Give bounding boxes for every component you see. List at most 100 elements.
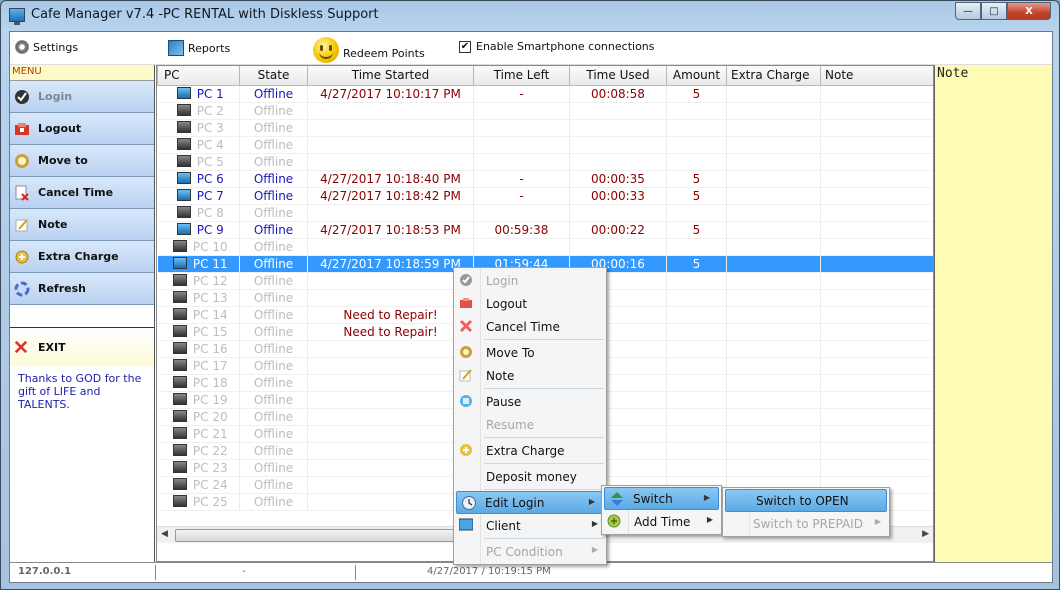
- menu-item-cancel-time[interactable]: Cancel Time: [454, 315, 606, 338]
- menu-item-switch-to-prepaid[interactable]: Switch to PREPAID ▶: [723, 512, 889, 535]
- settings-button[interactable]: Settings: [15, 40, 78, 54]
- cell-state: Offline: [239, 136, 308, 154]
- note-icon: [459, 369, 472, 382]
- close-button[interactable]: X: [1007, 2, 1051, 20]
- logout-icon: [460, 298, 472, 308]
- reports-button[interactable]: Reports: [168, 40, 230, 56]
- cell-extra: [726, 425, 821, 443]
- scroll-left-icon[interactable]: ◀: [161, 529, 168, 539]
- scrollbar-thumb[interactable]: [175, 529, 455, 542]
- cell-extra: [726, 255, 821, 273]
- pc-name: PC 12: [192, 273, 228, 288]
- menu-separator: [484, 388, 604, 389]
- pc-name: PC 24: [192, 477, 228, 492]
- menu-extra-charge-button[interactable]: Extra Charge: [10, 241, 154, 273]
- cell-pc: PC 10: [157, 238, 240, 256]
- menu-item-add-time[interactable]: Add Time ▶: [602, 510, 721, 533]
- menu-item-move-to[interactable]: Move To: [454, 341, 606, 364]
- menu-refresh-button[interactable]: Refresh: [10, 273, 154, 305]
- menu-item-label: Deposit money: [486, 469, 577, 484]
- menu-item-note[interactable]: Note: [454, 364, 606, 387]
- cell-note: [820, 255, 933, 273]
- menu-item-deposit-money[interactable]: Deposit money: [454, 465, 606, 488]
- menu-login-button[interactable]: Login: [10, 81, 154, 113]
- cell-state: Offline: [239, 153, 308, 171]
- menu-cancel-time-button[interactable]: Cancel Time: [10, 177, 154, 209]
- menu-separator: [484, 489, 604, 490]
- column-header-time-started[interactable]: Time Started: [307, 66, 474, 86]
- table-row[interactable]: PC 6 Offline 4/27/2017 10:18:40 PM -00:00:3…: [157, 170, 933, 188]
- cell-note: [820, 323, 933, 341]
- table-row[interactable]: PC 2 Offline: [157, 102, 933, 120]
- cell-left: [473, 153, 570, 171]
- column-header-time-used[interactable]: Time Used: [569, 66, 667, 86]
- menu-item-switch[interactable]: Switch ▶: [604, 487, 719, 510]
- menu-item-pc-condition[interactable]: PC Condition ▶: [454, 540, 606, 563]
- cell-started: [307, 272, 474, 290]
- exit-button[interactable]: EXIT: [10, 328, 154, 366]
- cell-extra: [726, 170, 821, 188]
- note-panel[interactable]: Note: [934, 65, 1052, 562]
- pc-monitor-icon: [172, 443, 187, 456]
- table-row[interactable]: PC 7 Offline 4/27/2017 10:18:42 PM -00:00:3…: [157, 187, 933, 205]
- pc-monitor-icon: [172, 307, 187, 320]
- menu-item-client[interactable]: Client ▶: [454, 514, 606, 537]
- cell-used: [569, 153, 667, 171]
- menu-item-login[interactable]: Login: [454, 269, 606, 292]
- table-row[interactable]: PC 10 Offline: [157, 238, 933, 256]
- menu-item-switch-to-open[interactable]: Switch to OPEN: [725, 489, 887, 512]
- smartphone-checkbox[interactable]: ✔ Enable Smartphone connections: [459, 40, 655, 53]
- cell-state: Offline: [239, 357, 308, 375]
- cell-amount: [666, 272, 727, 290]
- pc-name: PC 20: [192, 409, 228, 424]
- menu-note-button[interactable]: Note: [10, 209, 154, 241]
- table-row[interactable]: PC 1 Offline 4/27/2017 10:10:17 PM -00:08:5…: [157, 85, 933, 103]
- column-header-note[interactable]: Note: [820, 66, 933, 86]
- table-row[interactable]: PC 8 Offline: [157, 204, 933, 222]
- cell-left: [473, 204, 570, 222]
- minimize-button[interactable]: —: [955, 2, 981, 20]
- cell-extra: [726, 442, 821, 460]
- submenu-arrow-icon: ▶: [703, 493, 710, 502]
- column-header-state[interactable]: State: [239, 66, 308, 86]
- menu-item-pause[interactable]: Pause: [454, 390, 606, 413]
- maximize-button[interactable]: □: [981, 2, 1007, 20]
- cell-used: 00:08:58: [569, 85, 667, 103]
- menu-item-logout[interactable]: Logout: [454, 292, 606, 315]
- column-header-amount[interactable]: Amount: [666, 66, 727, 86]
- cell-note: [820, 357, 933, 375]
- table-row[interactable]: PC 3 Offline: [157, 119, 933, 137]
- cell-left: -: [473, 170, 570, 188]
- menu-logout-button[interactable]: Logout: [10, 113, 154, 145]
- redeem-points-button[interactable]: Redeem Points: [313, 37, 425, 66]
- column-header-pc[interactable]: PC: [157, 66, 240, 86]
- menu-move-to-button[interactable]: Move to: [10, 145, 154, 177]
- menu-extra-charge-label: Extra Charge: [38, 250, 119, 263]
- column-header-time-left[interactable]: Time Left: [473, 66, 570, 86]
- menu-item-edit-login[interactable]: Edit Login ▶: [456, 491, 604, 514]
- table-row[interactable]: PC 9 Offline 4/27/2017 10:18:53 PM 00:59:38…: [157, 221, 933, 239]
- table-row[interactable]: PC 5 Offline: [157, 153, 933, 171]
- cell-pc: PC 5: [157, 153, 240, 171]
- cell-state: Offline: [239, 391, 308, 409]
- column-header-extra-charge[interactable]: Extra Charge: [726, 66, 821, 86]
- cell-state: Offline: [239, 187, 308, 205]
- menu-item-label: Login: [486, 273, 519, 288]
- menu-item-label: Switch to OPEN: [756, 493, 849, 508]
- cell-state: Offline: [239, 119, 308, 137]
- note-icon: [15, 218, 28, 231]
- cell-left: 00:59:38: [473, 221, 570, 239]
- menu-item-extra-charge[interactable]: Extra Charge: [454, 439, 606, 462]
- cell-started: [307, 204, 474, 222]
- cell-amount: [666, 340, 727, 358]
- cell-state: Offline: [239, 238, 308, 256]
- cell-state: Offline: [239, 204, 308, 222]
- cell-pc: PC 14: [157, 306, 240, 324]
- menu-item-resume[interactable]: Resume: [454, 413, 606, 436]
- title-bar[interactable]: Cafe Manager v7.4 -PC RENTAL with Diskle…: [1, 1, 1059, 31]
- table-row[interactable]: PC 4 Offline: [157, 136, 933, 154]
- submenu-arrow-icon: ▶: [591, 545, 598, 554]
- scroll-right-icon[interactable]: ▶: [922, 529, 929, 539]
- cell-pc: PC 2: [157, 102, 240, 120]
- cell-used: [569, 119, 667, 137]
